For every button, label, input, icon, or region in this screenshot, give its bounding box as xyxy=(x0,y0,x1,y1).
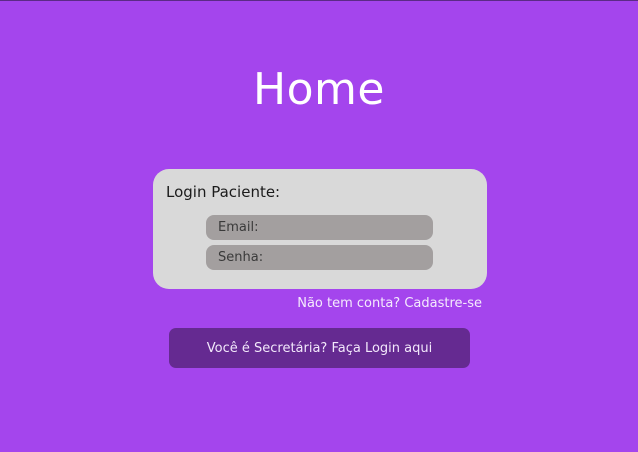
page-title: Home xyxy=(253,64,385,115)
patient-login-card: Login Paciente: xyxy=(153,169,487,289)
home-page: Home Login Paciente: Não tem conta? Cada… xyxy=(0,0,638,452)
email-field[interactable] xyxy=(206,215,433,240)
login-heading: Login Paciente: xyxy=(166,183,281,201)
secretary-login-button[interactable]: Você é Secretária? Faça Login aqui xyxy=(169,328,470,368)
password-field[interactable] xyxy=(206,245,433,270)
register-link[interactable]: Não tem conta? Cadastre-se xyxy=(297,295,482,312)
